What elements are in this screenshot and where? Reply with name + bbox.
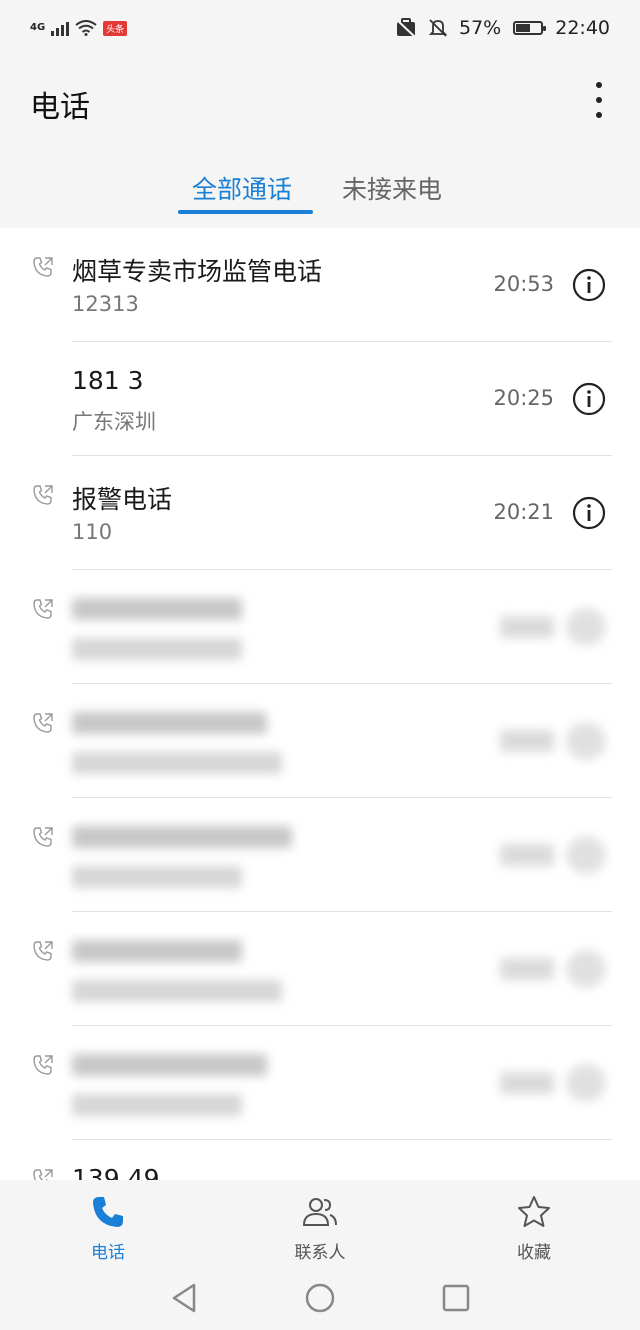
wifi-icon	[75, 20, 97, 36]
call-time: 20:25	[493, 386, 554, 410]
call-time: 20:53	[493, 272, 554, 296]
page-title: 电话	[30, 90, 90, 125]
bottom-nav: 电话 联系人 收藏	[0, 1180, 640, 1330]
battery-icon	[513, 21, 547, 35]
phone-icon	[93, 1197, 123, 1227]
star-icon	[518, 1196, 550, 1227]
nav-contacts-label: 联系人	[294, 1243, 346, 1263]
call-row[interactable]	[0, 798, 640, 912]
news-badge: 头条	[103, 20, 128, 36]
tab-bar: 全部通话 未接来电	[0, 160, 640, 226]
outgoing-call-icon	[32, 484, 54, 506]
caller-name: 报警电话	[72, 485, 173, 514]
call-row[interactable]: 报警电话 110 20:21	[0, 456, 640, 570]
caller-detail: 110	[72, 520, 113, 544]
status-bar: 4G 头条 57% 22:40	[0, 0, 640, 56]
call-row[interactable]	[0, 1026, 640, 1140]
outgoing-call-icon	[32, 826, 54, 848]
sim-disabled-icon	[396, 18, 416, 38]
outgoing-call-icon	[32, 1168, 54, 1180]
call-row[interactable]	[0, 684, 640, 798]
tab-indicator	[178, 210, 313, 214]
call-row[interactable]: 烟草专卖市场监管电话 12313 20:53	[0, 228, 640, 342]
outgoing-call-icon	[32, 940, 54, 962]
nav-favorites[interactable]: 收藏	[474, 1194, 594, 1263]
app-header: 电话	[0, 60, 640, 150]
outgoing-call-icon	[32, 1054, 54, 1076]
outgoing-call-icon	[32, 712, 54, 734]
back-icon[interactable]	[170, 1282, 198, 1314]
tab-missed-calls[interactable]: 未接来电	[342, 170, 442, 206]
outgoing-call-icon	[32, 598, 54, 620]
nav-contacts[interactable]: 联系人	[260, 1194, 380, 1263]
call-time: 20:21	[493, 500, 554, 524]
call-row[interactable]	[0, 570, 640, 684]
system-navigation-bar	[0, 1280, 640, 1320]
info-icon[interactable]	[572, 382, 606, 416]
call-row[interactable]: 139 49	[0, 1140, 640, 1180]
status-right: 57% 22:40	[395, 17, 610, 39]
call-row[interactable]: 181 3 广东深圳 20:25	[0, 342, 640, 456]
battery-percent: 57%	[459, 17, 502, 39]
tab-all-calls[interactable]: 全部通话	[192, 170, 292, 206]
outgoing-call-icon	[32, 256, 54, 278]
caller-name: 181 3	[72, 366, 144, 395]
caller-detail: 广东深圳	[72, 410, 156, 434]
clock: 22:40	[555, 17, 610, 39]
recents-icon[interactable]	[442, 1284, 470, 1312]
contacts-icon	[302, 1198, 337, 1226]
caller-detail: 12313	[72, 292, 139, 316]
status-left: 4G 头条	[30, 20, 128, 36]
nav-phone[interactable]: 电话	[48, 1194, 168, 1263]
network-type: 4G	[30, 22, 46, 33]
info-icon[interactable]	[572, 268, 606, 302]
more-vert-icon[interactable]	[594, 82, 604, 118]
caller-name: 139 49	[72, 1164, 160, 1180]
caller-name: 烟草专卖市场监管电话	[72, 257, 323, 286]
call-row[interactable]	[0, 912, 640, 1026]
mute-bell-icon	[429, 19, 447, 37]
call-log-list[interactable]: 烟草专卖市场监管电话 12313 20:53 181 3 广东深圳 20:25 报警电话 11…	[0, 228, 640, 1180]
nav-favorites-label: 收藏	[517, 1243, 551, 1263]
info-icon[interactable]	[572, 496, 606, 530]
nav-phone-label: 电话	[91, 1243, 125, 1263]
signal-icon	[51, 20, 70, 36]
home-icon[interactable]	[304, 1282, 336, 1314]
